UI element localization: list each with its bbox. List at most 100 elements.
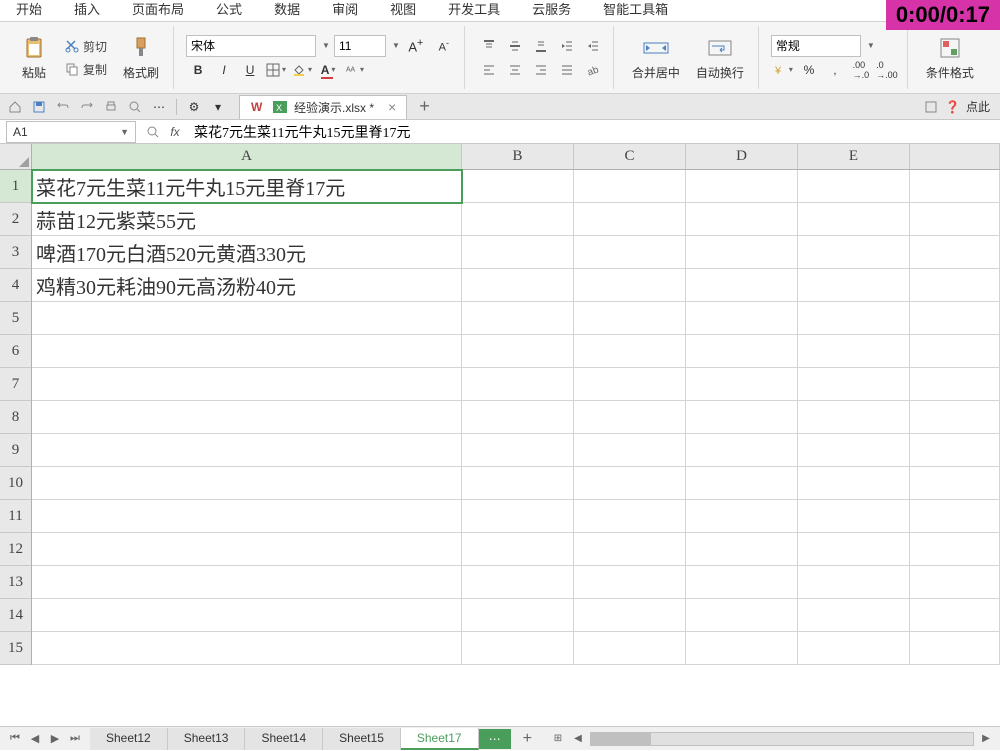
cell-B15[interactable] (462, 632, 574, 665)
cell-A4[interactable]: 鸡精30元耗油90元高汤粉40元 (32, 269, 462, 302)
scroll-track[interactable] (590, 732, 974, 746)
decrease-decimal-button[interactable]: .0→.00 (875, 59, 899, 81)
cell-B5[interactable] (462, 302, 574, 335)
row-header-11[interactable]: 11 (0, 500, 31, 533)
align-right-button[interactable] (529, 59, 553, 81)
row-header-14[interactable]: 14 (0, 599, 31, 632)
paste-button[interactable]: 粘贴 (14, 30, 54, 85)
sheet-tab-Sheet14[interactable]: Sheet14 (245, 728, 323, 750)
cell-filler[interactable] (910, 269, 1000, 302)
ribbon-tab-formula[interactable]: 公式 (200, 0, 258, 21)
name-box[interactable]: A1 ▼ (6, 121, 136, 143)
col-header-B[interactable]: B (462, 144, 574, 169)
cell-C9[interactable] (574, 434, 686, 467)
format-painter-button[interactable]: 格式刷 (117, 30, 165, 85)
number-format-select[interactable] (771, 35, 861, 57)
col-header-D[interactable]: D (686, 144, 798, 169)
percent-button[interactable]: % (797, 59, 821, 81)
cell-D8[interactable] (686, 401, 798, 434)
chevron-down-icon[interactable]: ▼ (392, 41, 400, 50)
row-header-4[interactable]: 4 (0, 269, 31, 302)
cell-D4[interactable] (686, 269, 798, 302)
cell-C2[interactable] (574, 203, 686, 236)
preview-button[interactable] (124, 97, 146, 117)
sheet-next-button[interactable]: ▶ (46, 730, 64, 748)
sheet-tab-Sheet17[interactable]: Sheet17 (401, 728, 479, 750)
cell-filler[interactable] (910, 401, 1000, 434)
fx-button[interactable]: fx (164, 122, 186, 142)
align-bottom-button[interactable] (529, 35, 553, 57)
cond-format-button[interactable]: 条件格式 (920, 30, 980, 85)
cell-D1[interactable] (686, 170, 798, 203)
cells-container[interactable]: 菜花7元生菜11元牛丸15元里脊17元蒜苗12元紫菜55元啤酒170元白酒520… (32, 170, 1000, 698)
row-header-13[interactable]: 13 (0, 566, 31, 599)
align-top-button[interactable] (477, 35, 501, 57)
cell-filler[interactable] (910, 302, 1000, 335)
cell-filler[interactable] (910, 599, 1000, 632)
cell-A6[interactable] (32, 335, 462, 368)
scroll-right-button[interactable]: ▶ (978, 731, 994, 747)
justify-button[interactable] (555, 59, 579, 81)
cell-filler[interactable] (910, 500, 1000, 533)
add-tab-button[interactable]: + (419, 96, 430, 117)
orientation-button[interactable]: ab (581, 59, 605, 81)
cell-E11[interactable] (798, 500, 910, 533)
scroll-left-button[interactable]: ◀ (570, 731, 586, 747)
cell-E8[interactable] (798, 401, 910, 434)
cell-filler[interactable] (910, 335, 1000, 368)
cell-B1[interactable] (462, 170, 574, 203)
row-header-8[interactable]: 8 (0, 401, 31, 434)
sheet-more-button[interactable]: ⋯ (479, 729, 511, 749)
cell-D2[interactable] (686, 203, 798, 236)
print-button[interactable] (100, 97, 122, 117)
chevron-down-icon[interactable]: ▼ (322, 41, 330, 50)
cell-D3[interactable] (686, 236, 798, 269)
cell-filler[interactable] (910, 203, 1000, 236)
save-button[interactable] (28, 97, 50, 117)
cell-E4[interactable] (798, 269, 910, 302)
cell-E2[interactable] (798, 203, 910, 236)
cell-C6[interactable] (574, 335, 686, 368)
ribbon-tab-dev[interactable]: 开发工具 (432, 0, 516, 21)
cell-D14[interactable] (686, 599, 798, 632)
row-header-5[interactable]: 5 (0, 302, 31, 335)
settings-icon[interactable] (923, 99, 939, 115)
increase-font-button[interactable]: A+ (404, 35, 428, 57)
row-header-1[interactable]: 1 (0, 170, 31, 203)
cell-B7[interactable] (462, 368, 574, 401)
sheet-tab-Sheet15[interactable]: Sheet15 (323, 728, 401, 750)
close-tab-button[interactable]: × (388, 99, 396, 115)
cell-A9[interactable] (32, 434, 462, 467)
cell-C4[interactable] (574, 269, 686, 302)
cell-E12[interactable] (798, 533, 910, 566)
cell-B11[interactable] (462, 500, 574, 533)
cell-filler[interactable] (910, 434, 1000, 467)
help-icon[interactable]: ❓ (945, 100, 960, 114)
cell-E14[interactable] (798, 599, 910, 632)
indent-increase-button[interactable] (581, 35, 605, 57)
cell-A3[interactable]: 啤酒170元白酒520元黄酒330元 (32, 236, 462, 269)
cell-E1[interactable] (798, 170, 910, 203)
row-header-15[interactable]: 15 (0, 632, 31, 665)
sheet-tab-Sheet13[interactable]: Sheet13 (168, 728, 246, 750)
cell-A15[interactable] (32, 632, 462, 665)
cell-E6[interactable] (798, 335, 910, 368)
cell-B4[interactable] (462, 269, 574, 302)
qab-more-button[interactable]: ⋯ (148, 97, 170, 117)
cell-C3[interactable] (574, 236, 686, 269)
row-header-6[interactable]: 6 (0, 335, 31, 368)
sheet-prev-button[interactable]: ◀ (26, 730, 44, 748)
cell-B2[interactable] (462, 203, 574, 236)
merge-center-button[interactable]: 合并居中 (626, 30, 686, 85)
cell-B10[interactable] (462, 467, 574, 500)
cell-A5[interactable] (32, 302, 462, 335)
cell-A10[interactable] (32, 467, 462, 500)
qab-right-label[interactable]: 点此 (966, 98, 990, 115)
cut-button[interactable]: 剪切 (60, 36, 111, 57)
sheet-last-button[interactable]: ⏭ (66, 730, 84, 748)
phonetic-button[interactable]: ᴬᴬ▾ (342, 59, 366, 81)
align-left-button[interactable] (477, 59, 501, 81)
auto-wrap-button[interactable]: 自动换行 (690, 30, 750, 85)
cell-C15[interactable] (574, 632, 686, 665)
cell-A8[interactable] (32, 401, 462, 434)
